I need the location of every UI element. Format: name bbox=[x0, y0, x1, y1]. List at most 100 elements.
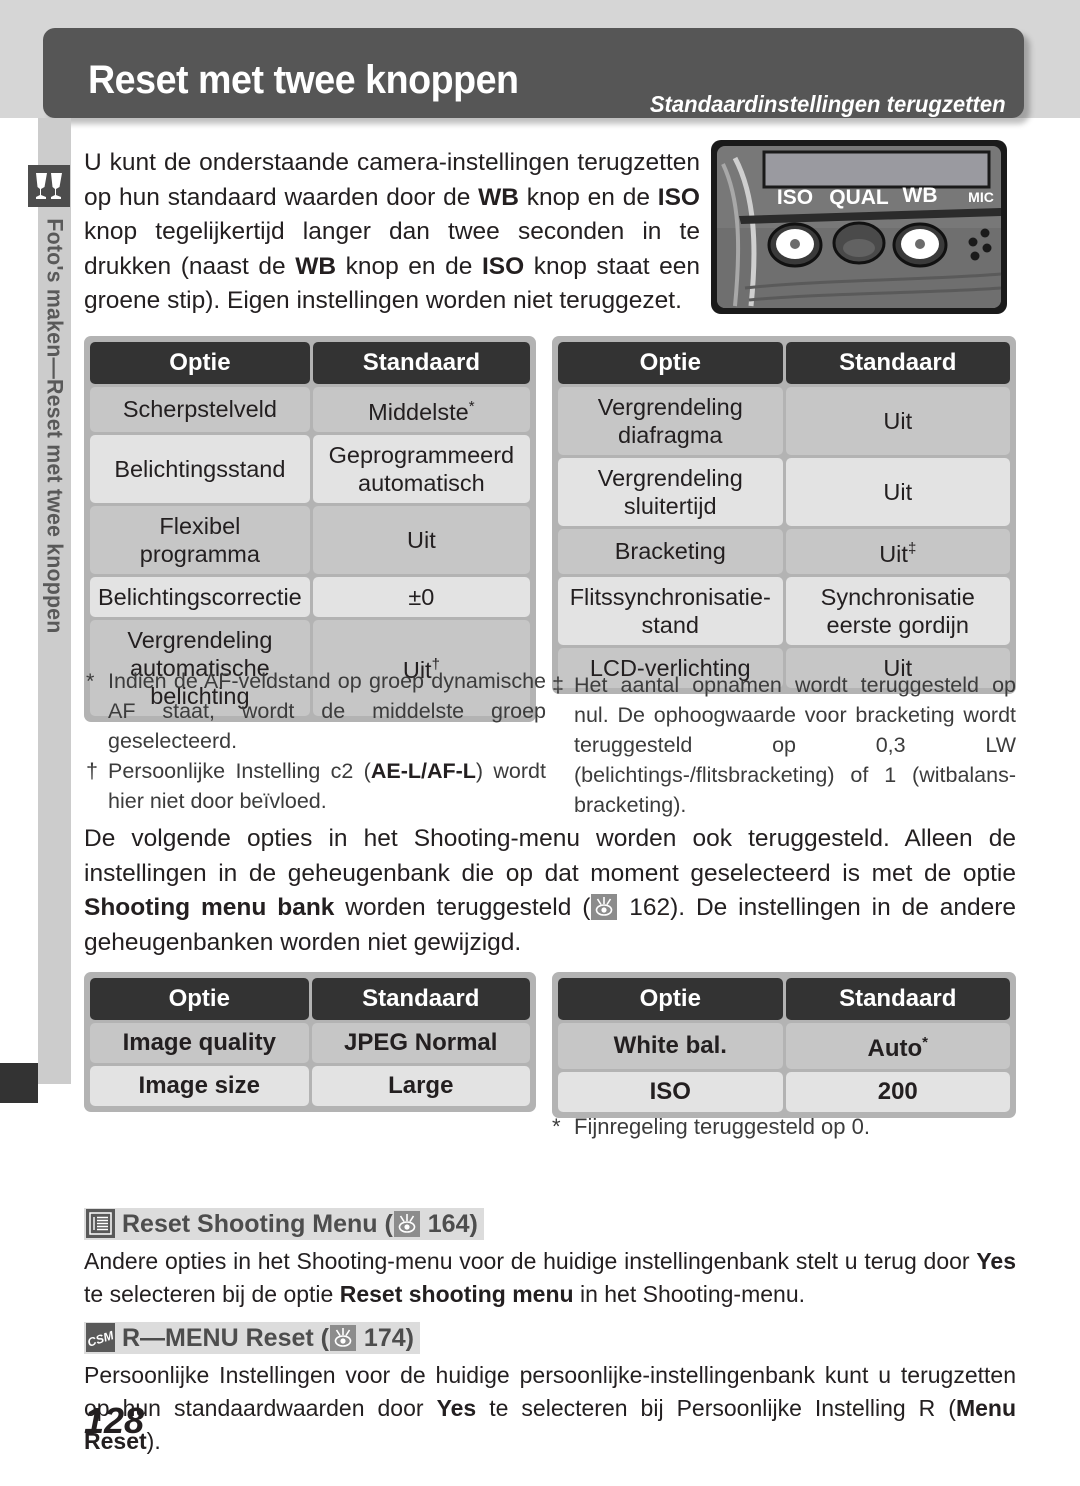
note-menu-reset: CSM R—MENU Reset ( 174) Persoonlijke Inste… bbox=[84, 1322, 1016, 1458]
cell-option: Vergrendeling diafragma bbox=[558, 387, 783, 455]
note-heading: CSM R—MENU Reset ( 174) bbox=[84, 1322, 420, 1354]
footnote-marker: ‡ bbox=[552, 673, 564, 697]
note-heading-text: R—MENU Reset ( bbox=[122, 1324, 329, 1352]
cell-option: Flitssynchronisatie-stand bbox=[558, 576, 783, 645]
column-header-standard: Standaard bbox=[785, 342, 1010, 384]
cell-option: Scherpstelveld bbox=[90, 387, 310, 432]
page-ref-icon bbox=[329, 1325, 356, 1351]
camera-label-mic: MIC bbox=[968, 189, 994, 205]
table-row: ISO 200 bbox=[558, 1072, 1010, 1112]
cell-option: White bal. bbox=[558, 1023, 783, 1069]
cell-option: Bracketing bbox=[558, 529, 783, 574]
footnote-marker: ‡ bbox=[907, 540, 917, 557]
emphasis: Shooting menu bank bbox=[84, 894, 335, 921]
camera-top-panel-illustration: ISO QUAL WB MIC bbox=[709, 138, 1009, 316]
note-page-ref: 164) bbox=[420, 1210, 478, 1238]
table-shooting-left: Optie Standaard Image quality JPEG Normal… bbox=[84, 972, 536, 1112]
shooting-menu-paragraph: De volgende opties in het Shooting-menu … bbox=[84, 825, 1016, 956]
page-ref-icon bbox=[591, 894, 618, 920]
footnote-marker: * bbox=[86, 669, 95, 693]
page-title: Reset met twee knoppen bbox=[88, 58, 519, 102]
cell-option: Image size bbox=[90, 1066, 309, 1106]
cell-standard: Auto* bbox=[785, 1023, 1010, 1069]
shooting-mode-icon bbox=[28, 165, 70, 207]
footnote-text: Fijnregeling teruggesteld op 0. bbox=[574, 1114, 870, 1139]
table-body: Image quality JPEG Normal Image size Large bbox=[90, 1023, 530, 1106]
camera-label-wb: WB bbox=[903, 184, 938, 207]
cell-option: Belichtingsstand bbox=[90, 434, 310, 503]
footnote-item: * Indien de AF-veldstand op groep dynamis… bbox=[86, 666, 546, 756]
column-header-standard: Standaard bbox=[785, 978, 1010, 1020]
menu-list-icon bbox=[86, 1209, 115, 1238]
table-row: Image quality JPEG Normal bbox=[90, 1023, 530, 1063]
footnote-text: Het aantal opnamen wordt teruggesteld op… bbox=[574, 673, 1016, 817]
manual-page: Reset met twee knoppen Standaardinstelli… bbox=[0, 0, 1080, 1486]
footnote-marker: * bbox=[922, 1034, 928, 1051]
cell-option: ISO bbox=[558, 1072, 783, 1112]
footnote-marker: * bbox=[468, 398, 475, 415]
page-number: 128 bbox=[84, 1400, 145, 1441]
footnote-left: * Indien de AF-veldstand op groep dynamis… bbox=[86, 666, 546, 816]
note-body: Persoonlijke Instellingen voor de huidig… bbox=[84, 1362, 1016, 1454]
footnote-right: ‡ Het aantal opnamen wordt teruggesteld o… bbox=[552, 670, 1016, 820]
emphasis: Menu Reset bbox=[84, 1395, 1016, 1454]
chapter-sidebar-label: Foto's maken—Reset met twee knoppen bbox=[38, 212, 71, 912]
cell-standard: Synchronisatie eerste gordijn bbox=[785, 576, 1010, 645]
table-row: White bal. Auto* bbox=[558, 1023, 1010, 1069]
cell-standard: Geprogrammeerd automatisch bbox=[312, 434, 530, 503]
cell-option: Vergrendeling sluitertijd bbox=[558, 458, 783, 526]
camera-label-qual: QUAL bbox=[829, 186, 889, 209]
emphasis: Reset shooting menu bbox=[339, 1281, 574, 1307]
cell-standard: Uit bbox=[785, 387, 1010, 455]
column-header-option: Optie bbox=[90, 342, 310, 384]
cell-standard: 200 bbox=[785, 1072, 1010, 1112]
page-header: Reset met twee knoppen Standaardinstelli… bbox=[43, 28, 1024, 118]
table-row: Vergrendeling diafragma Uit bbox=[558, 387, 1010, 455]
cell-option: Belichtingscorrectie bbox=[90, 576, 310, 617]
note-heading: Reset Shooting Menu ( 164) bbox=[84, 1208, 484, 1240]
cell-option: Image quality bbox=[90, 1023, 309, 1063]
table-settings-right: Optie Standaard Vergrendeling diafragma U… bbox=[552, 336, 1016, 694]
intro-paragraph: U kunt de onderstaande camera-instelling… bbox=[84, 149, 700, 314]
emphasis: WB bbox=[295, 252, 337, 280]
table-row: Flitssynchronisatie-stand Synchronisatie … bbox=[558, 576, 1010, 645]
camera-label-iso: ISO bbox=[777, 186, 813, 209]
page-subtitle: Standaardinstellingen terugzetten bbox=[650, 91, 1006, 117]
table-row: Flexibel programma Uit bbox=[90, 505, 530, 574]
column-header-standard: Standaard bbox=[311, 978, 530, 1020]
emphasis: Yes bbox=[976, 1248, 1016, 1274]
table-shooting-right: Optie Standaard White bal. Auto* ISO 200 bbox=[552, 972, 1016, 1118]
cell-standard: Large bbox=[311, 1066, 530, 1106]
cell-option: Flexibel programma bbox=[90, 505, 310, 574]
footnote-text: Persoonlijke Instelling c2 (AE-L/AF-L) w… bbox=[108, 759, 546, 813]
column-header-option: Optie bbox=[90, 978, 309, 1020]
emphasis: ISO bbox=[657, 183, 700, 211]
table-row: Image size Large bbox=[90, 1066, 530, 1106]
table-row: Belichtingsstand Geprogrammeerd automatis… bbox=[90, 434, 530, 503]
note-heading-text: Reset Shooting Menu ( bbox=[122, 1210, 393, 1238]
table-body: Vergrendeling diafragma Uit Vergrendeling … bbox=[558, 387, 1010, 688]
emphasis: ISO bbox=[481, 252, 525, 280]
footnote-marker: * bbox=[552, 1114, 561, 1139]
column-header-standard: Standaard bbox=[312, 342, 530, 384]
cell-standard: Uit‡ bbox=[785, 529, 1010, 574]
cell-standard: Uit bbox=[312, 505, 530, 574]
table-row: Scherpstelveld Middelste* bbox=[90, 387, 530, 432]
page-ref-icon bbox=[393, 1211, 420, 1237]
note-reset-shooting-menu: Reset Shooting Menu ( 164) Andere opties … bbox=[84, 1208, 1016, 1311]
footnote-item: * Fijnregeling teruggesteld op 0. bbox=[552, 1112, 1016, 1142]
table-body: White bal. Auto* ISO 200 bbox=[558, 1023, 1010, 1112]
emphasis: WB bbox=[478, 183, 519, 211]
csm-badge-icon: CSM bbox=[86, 1323, 115, 1352]
column-header-option: Optie bbox=[558, 978, 783, 1020]
chapter-tab-marker bbox=[0, 1063, 38, 1103]
note-page-ref: 174) bbox=[356, 1324, 414, 1352]
emphasis: AE-L/AF-L bbox=[370, 759, 476, 783]
cell-standard: Middelste* bbox=[312, 387, 530, 432]
cell-standard: Uit bbox=[785, 458, 1010, 526]
cell-standard: JPEG Normal bbox=[311, 1023, 530, 1063]
footnote-item: ‡ Het aantal opnamen wordt teruggesteld o… bbox=[552, 670, 1016, 820]
footnote-text: Indien de AF-veldstand op groep dynamisc… bbox=[108, 669, 546, 753]
footnote-item: † Persoonlijke Instelling c2 (AE-L/AF-L) … bbox=[86, 756, 546, 816]
column-header-option: Optie bbox=[558, 342, 783, 384]
